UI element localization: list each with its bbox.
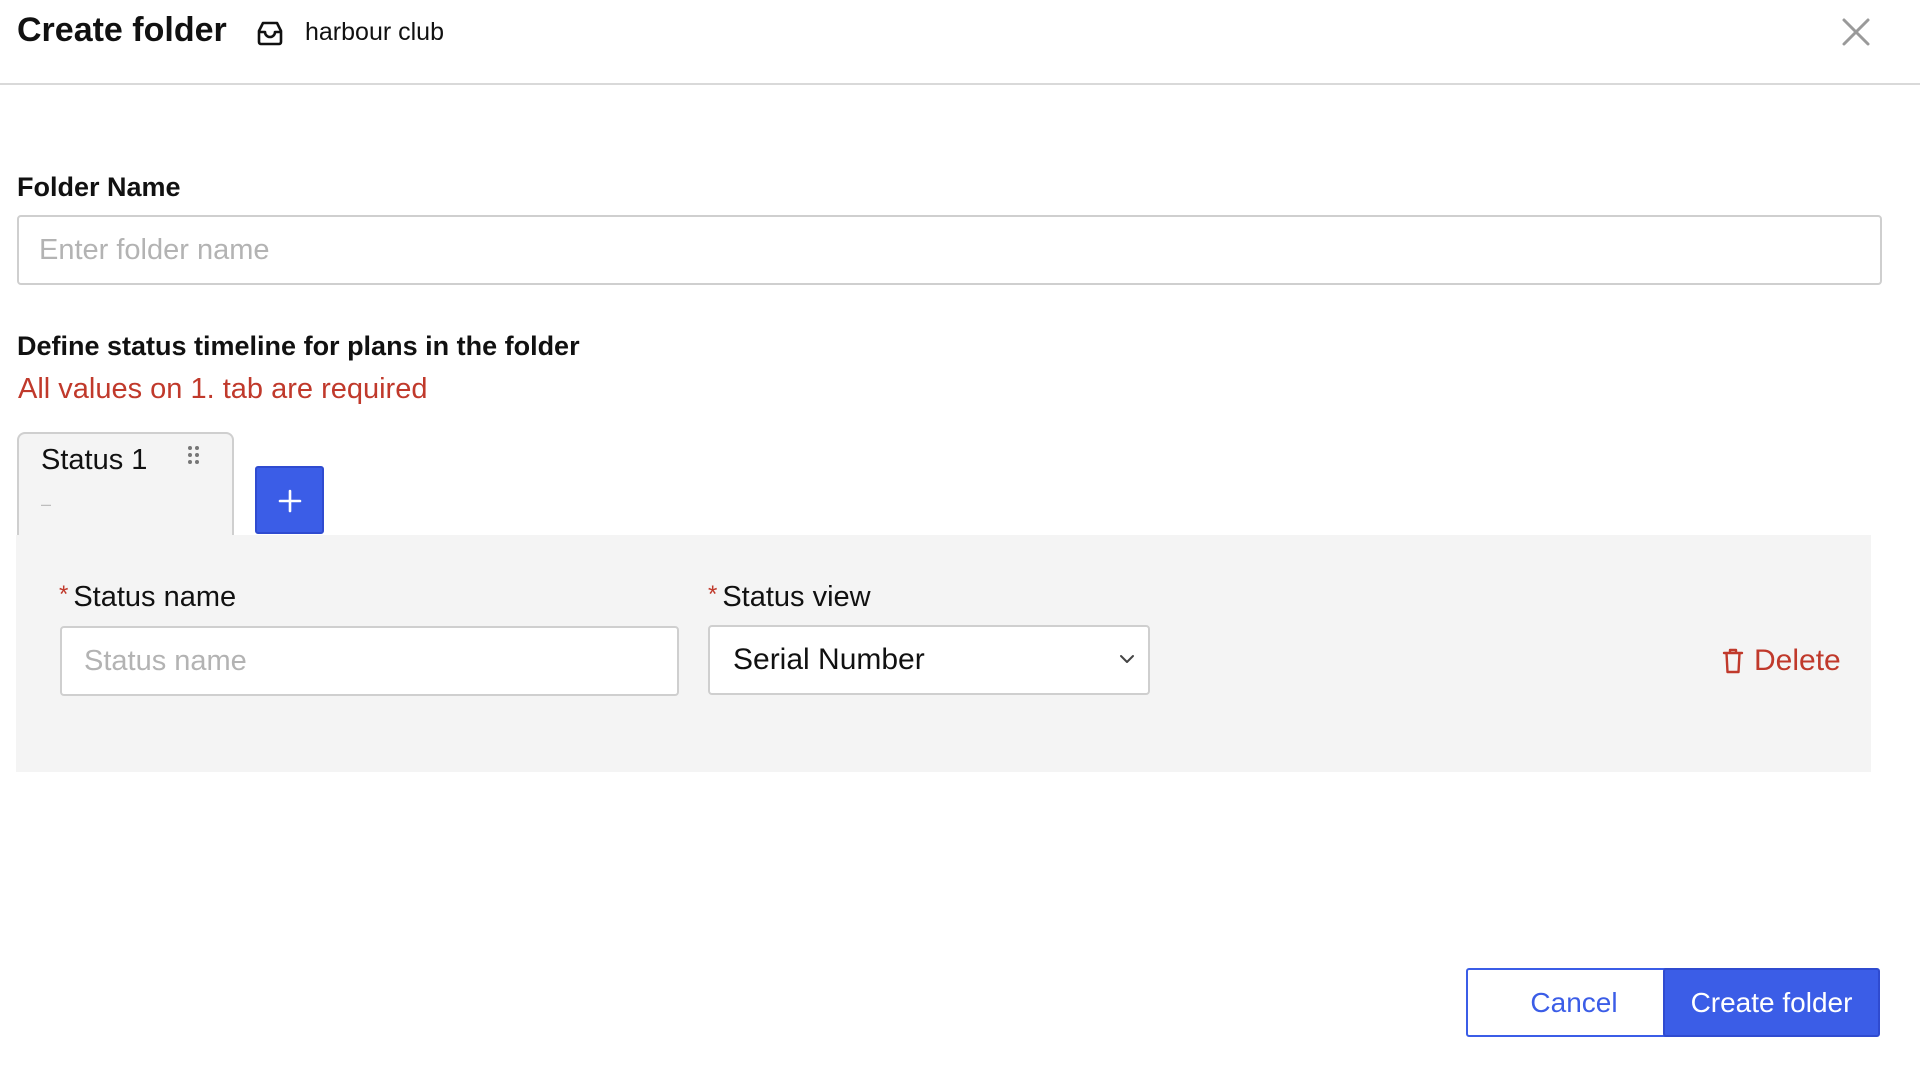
required-mark: * [708,581,718,608]
close-icon[interactable] [1836,12,1876,52]
validation-error: All values on 1. tab are required [18,373,428,405]
timeline-label: Define status timeline for plans in the … [17,331,580,361]
cancel-button[interactable]: Cancel [1466,968,1682,1037]
workspace-name: harbour club [305,18,444,46]
folder-name-label: Folder Name [17,172,181,202]
dialog-header: Create folder harbour club [0,0,1920,85]
delete-label: Delete [1754,644,1841,677]
status-view-select[interactable]: Serial Number [708,625,1150,695]
tab-label: Status 1 [41,444,148,476]
status-view-label: * Status view [708,581,871,614]
drag-handle-icon[interactable] [186,444,202,466]
plus-icon [278,489,302,513]
delete-status-button[interactable]: Delete [1722,641,1841,681]
status-view-value: Serial Number [733,643,925,676]
inbox-icon [257,21,283,46]
create-folder-button[interactable]: Create folder [1663,968,1880,1037]
status-name-label: * Status name [59,581,236,614]
chevron-down-icon [1120,655,1134,663]
status-name-label-text: Status name [73,581,237,613]
add-status-button[interactable] [255,466,324,534]
status-name-input[interactable] [60,626,679,696]
status-view-label-text: Status view [722,581,871,613]
trash-icon [1722,648,1744,674]
required-mark: * [59,581,69,608]
folder-name-input[interactable] [17,215,1882,285]
dialog-title: Create folder [17,11,227,49]
tab-sublabel: – [41,494,52,514]
